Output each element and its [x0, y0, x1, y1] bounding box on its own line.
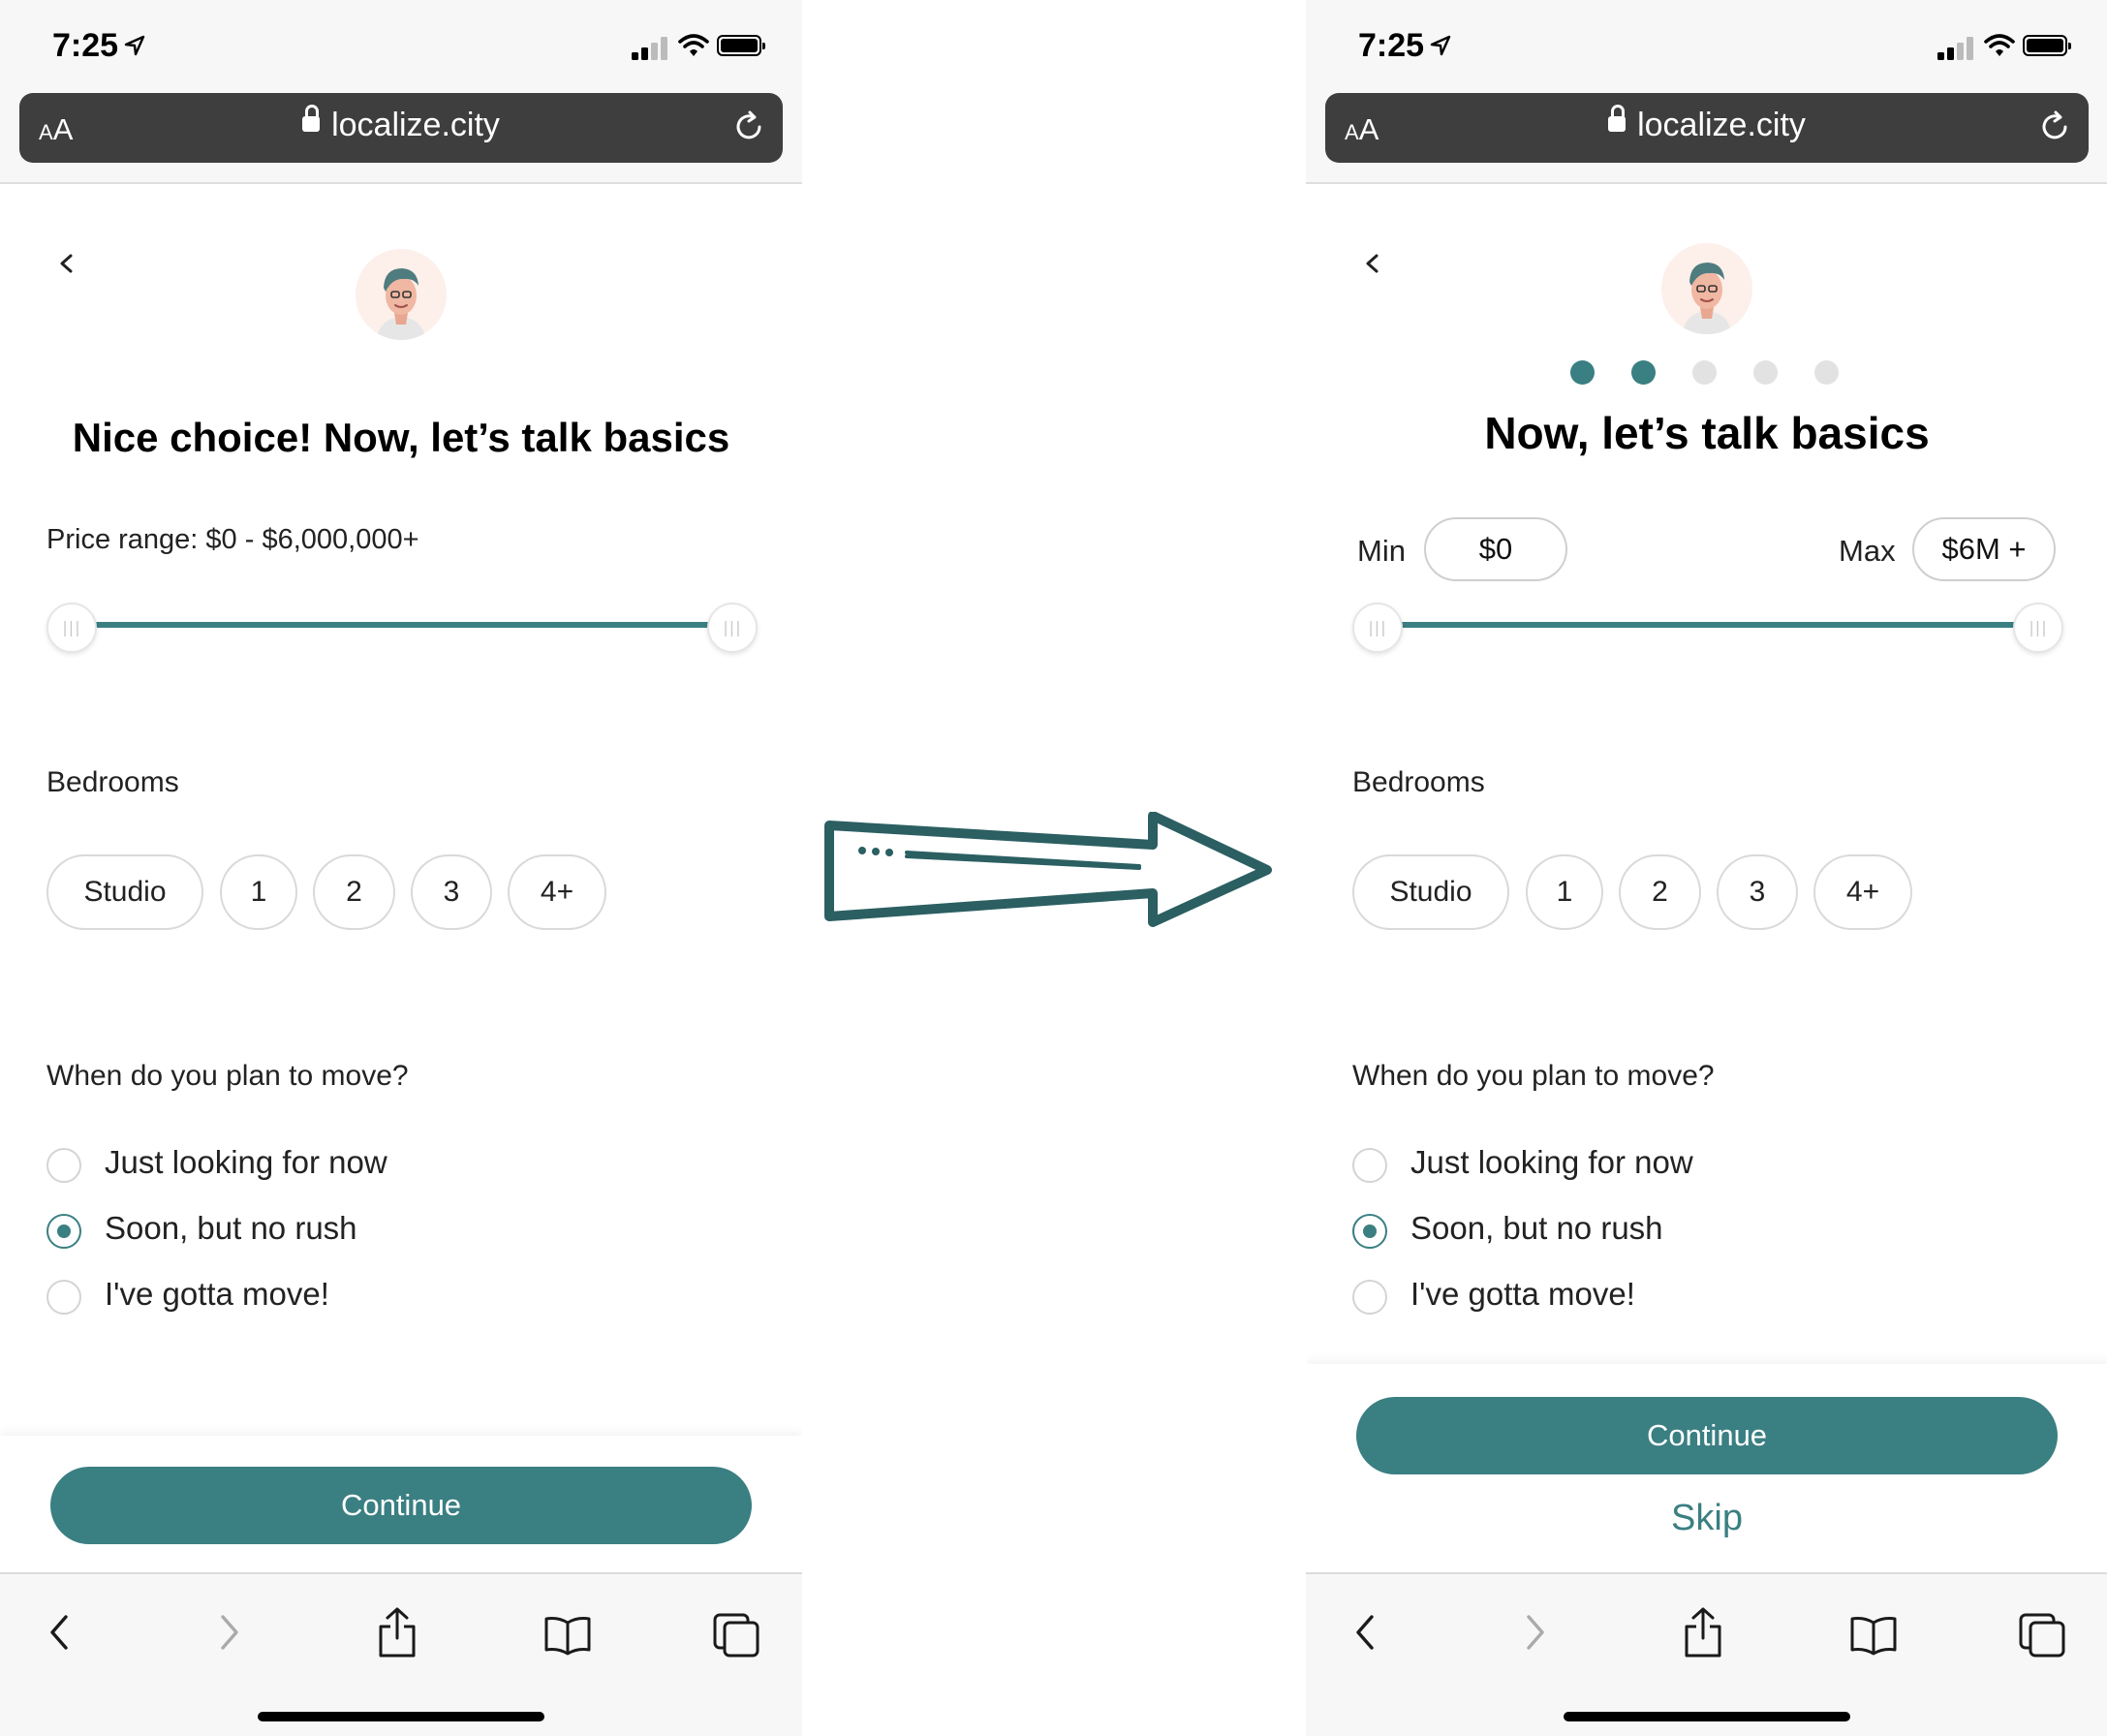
radio-button-selected[interactable] — [1352, 1214, 1387, 1249]
transition-arrow-icon — [824, 812, 1272, 927]
browser-toolbar — [0, 1572, 802, 1736]
progress-dot — [1753, 360, 1778, 385]
avatar-icon — [1661, 243, 1752, 334]
move-question: When do you plan to move? — [46, 1060, 409, 1092]
radio-label: I've gotta move! — [105, 1276, 329, 1312]
url-text: localize.city — [1637, 107, 1806, 143]
progress-dot — [1692, 360, 1717, 385]
radio-label: Soon, but no rush — [1410, 1210, 1663, 1246]
url-field[interactable]: localize.city — [19, 105, 783, 144]
continue-button[interactable]: Continue — [50, 1467, 752, 1544]
battery-icon — [2023, 35, 2071, 56]
radio-button[interactable] — [46, 1280, 81, 1315]
home-indicator — [258, 1712, 544, 1721]
forward-icon[interactable] — [211, 1605, 246, 1659]
wifi-icon — [1984, 34, 2015, 56]
screen-after: 7:25 AA localize.city Now, let’s talk ba… — [1306, 0, 2107, 1736]
max-label: Max — [1839, 534, 1896, 568]
min-price-field[interactable]: $0 — [1424, 517, 1567, 581]
reload-icon[interactable] — [2036, 108, 2073, 145]
bedroom-option-1[interactable]: 1 — [220, 854, 297, 930]
forward-icon[interactable] — [1517, 1605, 1552, 1659]
signal-icon — [1937, 35, 1976, 60]
address-bar-area: AA localize.city — [0, 93, 802, 184]
bedroom-option-3[interactable]: 3 — [411, 854, 492, 930]
bedroom-option-studio[interactable]: Studio — [46, 854, 203, 930]
location-arrow-icon — [1430, 35, 1451, 56]
bedroom-option-3[interactable]: 3 — [1717, 854, 1798, 930]
wifi-icon — [678, 34, 709, 56]
address-bar[interactable]: AA localize.city — [19, 93, 783, 163]
slider-track — [68, 622, 736, 628]
lock-icon — [1608, 105, 1627, 133]
status-bar: 7:25 — [1306, 0, 2107, 93]
radio-label: I've gotta move! — [1410, 1276, 1635, 1312]
avatar-icon — [356, 249, 447, 340]
page-title: Now, let’s talk basics — [1484, 408, 1930, 458]
share-icon[interactable] — [374, 1605, 420, 1659]
chevron-left-icon[interactable] — [48, 244, 87, 283]
min-label: Min — [1357, 534, 1406, 568]
lock-icon — [302, 105, 321, 133]
url-text: localize.city — [331, 107, 500, 143]
bedroom-option-1[interactable]: 1 — [1526, 854, 1603, 930]
bookmarks-icon[interactable] — [542, 1605, 593, 1659]
radio-label: Just looking for now — [105, 1144, 387, 1180]
screen-before: 7:25 AA localize.city Nice choice! Now, … — [0, 0, 802, 1736]
radio-button[interactable] — [1352, 1280, 1387, 1315]
bookmarks-icon[interactable] — [1848, 1605, 1899, 1659]
progress-dot — [1814, 360, 1839, 385]
back-icon[interactable] — [1348, 1605, 1383, 1659]
bedrooms-label: Bedrooms — [46, 766, 179, 798]
skip-link[interactable]: Skip — [1306, 1498, 2107, 1539]
location-arrow-icon — [124, 35, 145, 56]
radio-button-selected[interactable] — [46, 1214, 81, 1249]
move-question: When do you plan to move? — [1352, 1060, 1715, 1092]
bedroom-option-4-plus[interactable]: 4+ — [508, 854, 606, 930]
bedrooms-label: Bedrooms — [1352, 766, 1485, 798]
tabs-icon[interactable] — [711, 1605, 761, 1659]
progress-dot — [1631, 360, 1656, 385]
reload-icon[interactable] — [730, 108, 767, 145]
share-icon[interactable] — [1680, 1605, 1726, 1659]
page-title: Nice choice! Now, let’s talk basics — [72, 415, 730, 460]
url-field[interactable]: localize.city — [1325, 105, 2089, 144]
slider-min-handle[interactable]: ||| — [1352, 603, 1403, 653]
price-range-label: Price range: $0 - $6,000,000+ — [46, 524, 419, 555]
address-bar[interactable]: AA localize.city — [1325, 93, 2089, 163]
status-time: 7:25 — [52, 27, 119, 64]
back-icon[interactable] — [43, 1605, 77, 1659]
bedroom-option-2[interactable]: 2 — [1619, 854, 1701, 930]
bedroom-option-2[interactable]: 2 — [313, 854, 395, 930]
bedroom-option-4-plus[interactable]: 4+ — [1813, 854, 1912, 930]
slider-track — [1374, 622, 2042, 628]
slider-max-handle[interactable]: ||| — [707, 603, 758, 653]
address-bar-area: AA localize.city — [1306, 93, 2107, 184]
browser-toolbar — [1306, 1572, 2107, 1736]
bottom-action-panel: Continue Skip — [1306, 1364, 2107, 1572]
bedroom-option-studio[interactable]: Studio — [1352, 854, 1509, 930]
tabs-icon[interactable] — [2017, 1605, 2067, 1659]
radio-label: Just looking for now — [1410, 1144, 1693, 1180]
home-indicator — [1564, 1712, 1850, 1721]
price-slider[interactable]: ||| ||| — [1352, 603, 2063, 653]
progress-dots — [1306, 360, 2107, 386]
radio-label: Soon, but no rush — [105, 1210, 357, 1246]
radio-button[interactable] — [1352, 1148, 1387, 1183]
status-time: 7:25 — [1358, 27, 1425, 64]
slider-max-handle[interactable]: ||| — [2013, 603, 2063, 653]
status-bar: 7:25 — [0, 0, 802, 93]
price-slider[interactable]: ||| ||| — [46, 603, 758, 653]
slider-min-handle[interactable]: ||| — [46, 603, 97, 653]
battery-icon — [717, 35, 765, 56]
continue-button[interactable]: Continue — [1356, 1397, 2058, 1474]
bottom-action-panel: Continue — [0, 1436, 802, 1572]
signal-icon — [632, 35, 670, 60]
max-price-field[interactable]: $6M + — [1912, 517, 2056, 581]
radio-button[interactable] — [46, 1148, 81, 1183]
chevron-left-icon[interactable] — [1354, 244, 1393, 283]
progress-dot — [1570, 360, 1595, 385]
